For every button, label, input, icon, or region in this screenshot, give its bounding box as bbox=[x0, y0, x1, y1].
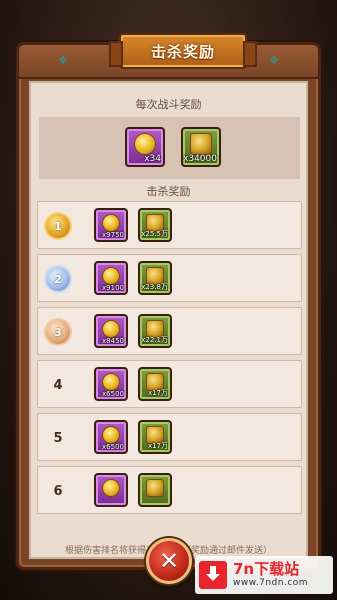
kill-reward-label: 击杀奖励 bbox=[146, 185, 191, 198]
battle-reward-box: x34 x34000 bbox=[39, 117, 300, 179]
close-icon: ✕ bbox=[158, 547, 180, 575]
gold-medal-icon: 1 bbox=[46, 214, 70, 238]
watermark-title: 7n下载站 bbox=[233, 560, 300, 578]
reward-dialog: ❖ ❖ 击杀奖励 每次战斗奖励 x34 x34000 击杀奖励 1 x9750 bbox=[16, 33, 321, 570]
item-quantity: x9100 bbox=[102, 284, 124, 292]
reward-panel: 每次战斗奖励 x34 x34000 击杀奖励 1 x9750 x25.5万 2 … bbox=[29, 81, 308, 559]
reward-item-purple-coin[interactable]: x8450 bbox=[94, 314, 128, 348]
purple-coin-icon bbox=[102, 372, 120, 391]
reward-item-green-coin[interactable]: x34000 bbox=[181, 127, 221, 167]
reward-item-green-coin[interactable]: x17万 bbox=[138, 420, 172, 454]
site-watermark: 7n下载站 www.7ndn.com bbox=[195, 556, 333, 594]
reward-item-purple-coin[interactable]: x9100 bbox=[94, 261, 128, 295]
reward-item-purple-coin[interactable]: x9750 bbox=[94, 208, 128, 242]
fish-ornament-icon: ❖ bbox=[268, 53, 280, 67]
item-quantity: x17万 bbox=[147, 442, 168, 450]
close-button[interactable]: ✕ bbox=[146, 538, 192, 584]
item-quantity: x6500 bbox=[102, 443, 124, 451]
reward-item-green-coin[interactable]: x17万 bbox=[138, 367, 172, 401]
item-quantity: x8450 bbox=[102, 337, 124, 345]
fish-ornament-icon: ❖ bbox=[57, 53, 69, 67]
reward-item-green-coin[interactable]: x22.1万 bbox=[138, 314, 172, 348]
reward-item-green-coin[interactable]: x23.8万 bbox=[138, 261, 172, 295]
watermark-url: www.7ndn.com bbox=[233, 578, 309, 588]
green-coin-icon bbox=[146, 478, 164, 497]
reward-row-rank-4: 4 x6500 x17万 bbox=[37, 360, 302, 408]
rank-number: 6 bbox=[53, 483, 63, 499]
purple-coin-icon bbox=[102, 266, 120, 285]
item-quantity: x23.8万 bbox=[141, 283, 168, 291]
purple-coin-icon bbox=[102, 213, 120, 232]
reward-row-rank-3: 3 x8450 x22.1万 bbox=[37, 307, 302, 355]
reward-item-purple-coin[interactable]: x6500 bbox=[94, 367, 128, 401]
title-plaque: 击杀奖励 bbox=[109, 33, 257, 69]
rank-number: 4 bbox=[53, 377, 63, 393]
reward-row-rank-2: 2 x9100 x23.8万 bbox=[37, 254, 302, 302]
reward-row-rank-1: 1 x9750 x25.5万 bbox=[37, 201, 302, 249]
item-quantity: x22.1万 bbox=[141, 336, 168, 344]
dialog-title: 击杀奖励 bbox=[150, 42, 215, 61]
reward-item-green-coin[interactable]: x25.5万 bbox=[138, 208, 172, 242]
reward-item-purple-coin[interactable]: x34 bbox=[125, 127, 165, 167]
reward-item-purple-coin[interactable] bbox=[94, 473, 128, 507]
silver-medal-icon: 2 bbox=[46, 267, 70, 291]
reward-row-rank-6: 6 bbox=[37, 466, 302, 514]
item-quantity: x9750 bbox=[102, 231, 124, 239]
green-coin-icon bbox=[190, 133, 212, 156]
purple-coin-icon bbox=[102, 478, 120, 497]
item-quantity: x25.5万 bbox=[141, 230, 168, 238]
item-quantity: x6500 bbox=[102, 390, 124, 398]
bronze-medal-icon: 3 bbox=[46, 320, 70, 344]
reward-row-rank-5: 5 x6500 x17万 bbox=[37, 413, 302, 461]
battle-reward-label: 每次战斗奖励 bbox=[135, 98, 202, 111]
item-quantity: x17万 bbox=[147, 389, 168, 397]
purple-coin-icon bbox=[102, 319, 120, 338]
purple-coin-icon bbox=[134, 133, 156, 156]
item-quantity: x34000 bbox=[183, 154, 217, 164]
purple-coin-icon bbox=[102, 425, 120, 444]
rank-number: 5 bbox=[53, 430, 63, 446]
item-quantity: x34 bbox=[144, 154, 161, 164]
download-arrow-icon bbox=[199, 561, 227, 589]
reward-item-purple-coin[interactable]: x6500 bbox=[94, 420, 128, 454]
reward-item-green-coin[interactable] bbox=[138, 473, 172, 507]
